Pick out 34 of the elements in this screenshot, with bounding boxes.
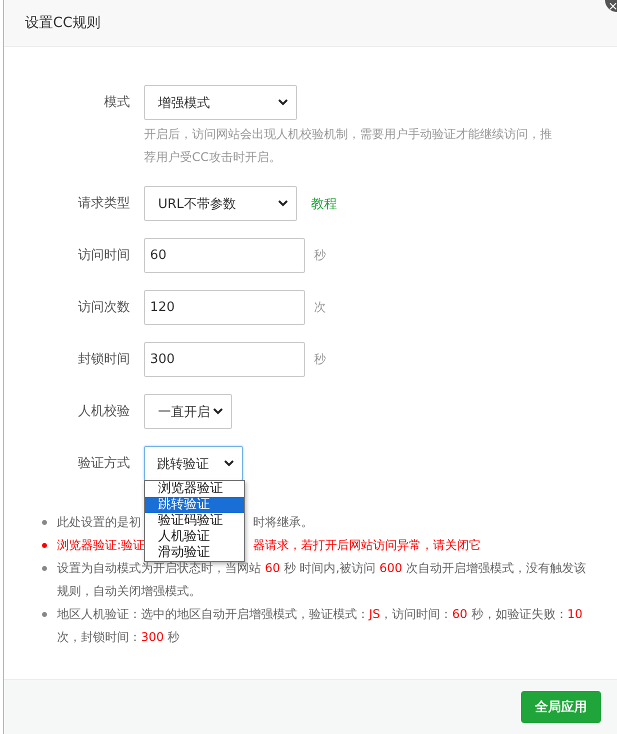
note-text: 地区人机验证：选中的地区自动开启增强模式，验证模式：JS，访问时间：60 秒，如验证失败：10 次，封锁时间：300 秒 — [57, 606, 584, 646]
note-text: 时将继承。 — [253, 514, 313, 531]
window-title: 设置CC规则 — [25, 14, 101, 32]
field-label: 人机校验 — [77, 403, 131, 421]
field-label: 请求类型 — [77, 195, 131, 213]
dropdown-option[interactable]: 验证码验证 — [145, 513, 244, 529]
close-button[interactable]: × — [605, 0, 617, 12]
dropdown-option[interactable]: 人机验证 — [145, 529, 244, 545]
caret-icon — [278, 99, 288, 106]
caret-icon — [278, 200, 288, 207]
dropdown-option[interactable]: 浏览器验证 — [145, 481, 244, 497]
field-label: 封锁时间 — [77, 351, 131, 369]
unit-label: 秒 — [314, 351, 326, 368]
field-label: 模式 — [103, 94, 131, 112]
input-field[interactable]: 120 — [144, 290, 305, 325]
caret-icon — [213, 408, 223, 415]
note-text: 设置为自动模式为开启状态时，当网站 60 秒 时间内,被访问 600 次自动开启增强模式，没有触发该规则，自动关闭增强模式。 — [57, 560, 588, 600]
caret-icon — [224, 460, 234, 467]
field-description: 开启后，访问网站会出现人机校验机制，需要用户手动验证才能继续访问，推荐用户受CC攻击时开启。 — [144, 126, 553, 166]
select-field[interactable]: 一直开启 — [144, 394, 232, 429]
unit-label: 秒 — [314, 247, 326, 264]
unit-label: 次 — [314, 299, 326, 316]
note-text: 浏览器验证:验证 — [57, 537, 146, 554]
dropdown-option[interactable]: 滑动验证 — [145, 545, 244, 561]
dropdown-option[interactable]: 跳转验证 — [145, 497, 244, 513]
field-label: 验证方式 — [77, 455, 131, 473]
note-text: 此处设置的是初 — [57, 514, 142, 531]
input-field[interactable]: 300 — [144, 342, 305, 377]
select-field[interactable]: 增强模式 — [144, 85, 297, 120]
note-text: 器请求，若打开后网站访问异常，请关闭它 — [253, 537, 481, 554]
field-label: 访问时间 — [77, 247, 131, 265]
field-label: 访问次数 — [77, 299, 131, 317]
select-field[interactable]: URL不带参数 — [144, 186, 297, 221]
input-field[interactable]: 60 — [144, 238, 305, 273]
